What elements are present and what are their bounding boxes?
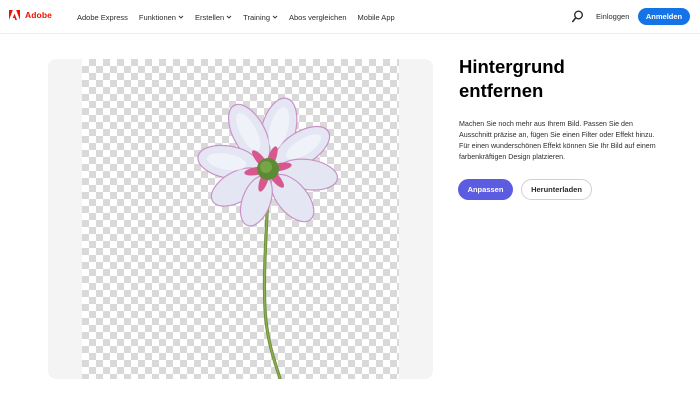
description-text: Machen Sie noch mehr aus Ihrem Bild. Pas… bbox=[459, 120, 656, 161]
flower-image bbox=[197, 97, 338, 379]
nav-link-abos-vergleichen[interactable]: Abos vergleichen bbox=[289, 13, 347, 22]
nav-link-label: Funktionen bbox=[138, 12, 176, 22]
top-navigation: Adobe Adobe Express Funktionen Erstellen… bbox=[0, 0, 700, 34]
brand-name: Adobe bbox=[25, 10, 52, 20]
nav-link-label: Adobe Express bbox=[77, 12, 128, 22]
page-title: Hintergrund entfernen bbox=[459, 55, 689, 103]
search-icon[interactable] bbox=[572, 10, 584, 23]
nav-link-label: Training bbox=[243, 12, 270, 22]
nav-link-label: Erstellen bbox=[194, 12, 225, 22]
signin-button[interactable]: Anmelden bbox=[638, 8, 690, 25]
nav-link-adobe-express[interactable]: Adobe Express bbox=[77, 13, 128, 22]
chevron-down-icon bbox=[272, 15, 278, 19]
nav-link-mobile-app[interactable]: Mobile App bbox=[358, 13, 395, 22]
title-line-2: entfernen bbox=[459, 80, 544, 101]
login-link[interactable]: Einloggen bbox=[596, 12, 629, 21]
chevron-down-icon bbox=[226, 15, 232, 19]
image-preview-panel bbox=[48, 59, 433, 379]
nav-links: Adobe Express Funktionen Erstellen Train… bbox=[77, 0, 406, 34]
adjust-button[interactable]: Anpassen bbox=[458, 179, 513, 200]
nav-link-funktionen[interactable]: Funktionen bbox=[139, 13, 184, 22]
adobe-logo[interactable]: Adobe bbox=[9, 10, 52, 20]
chevron-down-icon bbox=[178, 15, 184, 19]
adobe-logo-icon bbox=[9, 10, 20, 20]
download-button[interactable]: Herunterladen bbox=[521, 179, 592, 200]
nav-link-label: Abos vergleichen bbox=[289, 12, 347, 22]
nav-link-erstellen[interactable]: Erstellen bbox=[195, 13, 232, 22]
nav-link-label: Mobile App bbox=[357, 12, 395, 22]
title-line-1: Hintergrund bbox=[459, 56, 565, 77]
nav-link-training[interactable]: Training bbox=[243, 13, 278, 22]
